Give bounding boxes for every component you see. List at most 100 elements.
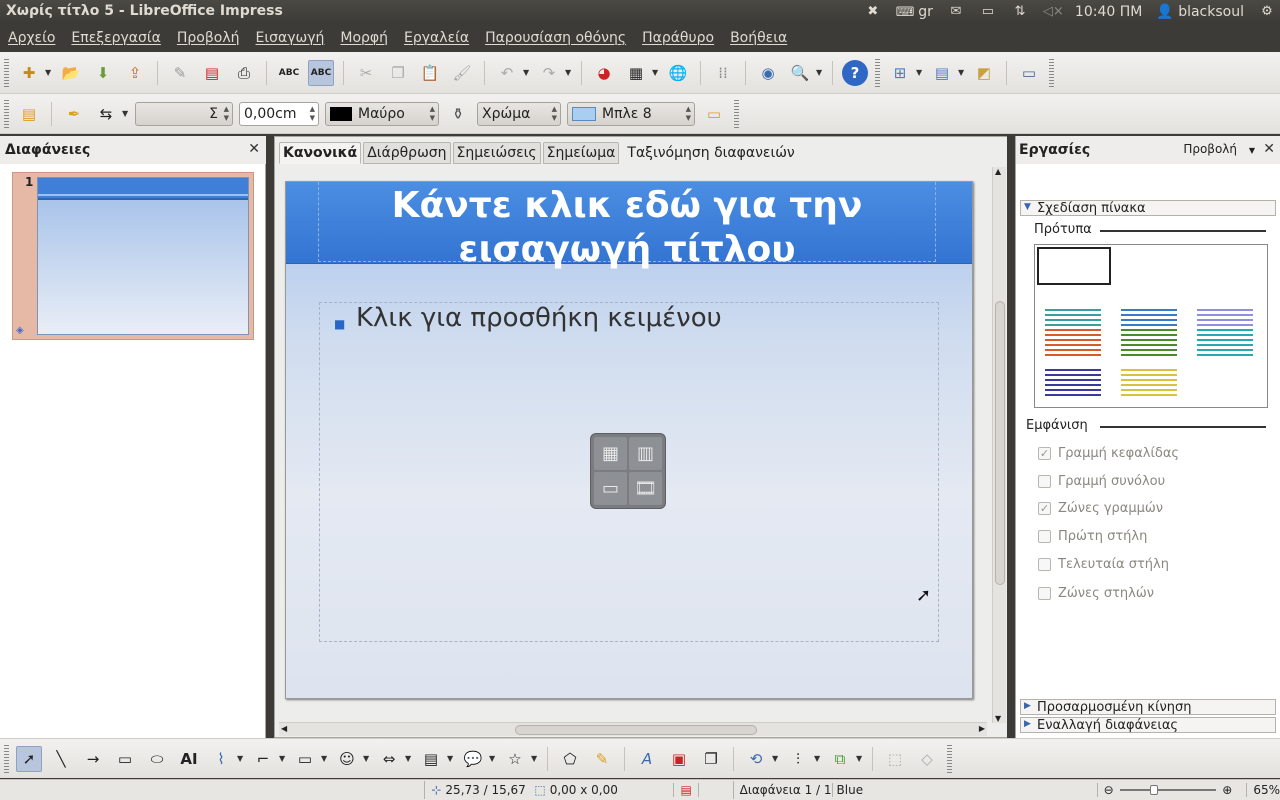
- toolbar-grip[interactable]: [4, 58, 9, 87]
- shadow-icon[interactable]: ▭: [701, 101, 727, 127]
- navigator-icon[interactable]: ◉: [755, 60, 781, 86]
- horizontal-scroll-thumb[interactable]: [515, 725, 757, 735]
- option-header-row[interactable]: ✓ Γραμμή κεφαλίδας: [1038, 446, 1179, 461]
- toggle-extrusion-icon[interactable]: ◇: [914, 746, 940, 772]
- zoom-slider[interactable]: [1119, 785, 1217, 795]
- network-icon[interactable]: ⇅: [1011, 5, 1029, 19]
- cut-icon[interactable]: ✂: [353, 60, 379, 86]
- tab-outline[interactable]: Διάρθρωση: [363, 142, 451, 164]
- close-icon[interactable]: ✕: [1263, 141, 1275, 157]
- extrusion-icon[interactable]: ⬚: [882, 746, 908, 772]
- section-table-design[interactable]: ▼ Σχεδίαση πίνακα: [1020, 200, 1276, 216]
- table-template-6[interactable]: [1197, 329, 1253, 357]
- menu-tools[interactable]: Εργαλεία: [398, 30, 475, 46]
- option-total-row[interactable]: Γραμμή συνόλου: [1038, 474, 1165, 489]
- basic-shapes-dropdown-arrow[interactable]: ▼: [321, 754, 329, 763]
- styles-formatting-icon[interactable]: ▤: [16, 101, 42, 127]
- flowchart-dropdown-arrow[interactable]: ▼: [447, 754, 455, 763]
- rotate-dropdown-arrow[interactable]: ▼: [772, 754, 780, 763]
- tab-normal[interactable]: Κανονικά: [279, 142, 362, 164]
- dropbox-icon[interactable]: ✖: [864, 5, 882, 19]
- area-color-select[interactable]: Μπλε 8 ▲ ▼: [567, 101, 695, 126]
- table-template-5[interactable]: [1121, 329, 1177, 357]
- ellipse-icon[interactable]: ⬭: [144, 746, 170, 772]
- scroll-left-icon[interactable]: ◀: [281, 724, 287, 733]
- table-dropdown-arrow[interactable]: ▼: [652, 68, 660, 77]
- stars-dropdown-arrow[interactable]: ▼: [531, 754, 539, 763]
- option-last-column[interactable]: Τελευταία στήλη: [1038, 557, 1169, 572]
- zoom-dropdown-arrow[interactable]: ▼: [816, 68, 824, 77]
- text-tool-icon[interactable]: AI: [176, 746, 202, 772]
- horizontal-scrollbar[interactable]: ◀ ▶: [279, 722, 987, 736]
- rectangle-icon[interactable]: ▭: [112, 746, 138, 772]
- curve-icon[interactable]: ⌇: [208, 746, 234, 772]
- slide-layout-icon[interactable]: ▤: [929, 60, 955, 86]
- menu-file[interactable]: Αρχείο: [2, 30, 61, 46]
- close-icon[interactable]: ✕: [248, 141, 260, 157]
- slide-design-icon[interactable]: ◩: [971, 60, 997, 86]
- rotate-icon[interactable]: ⟲: [743, 746, 769, 772]
- document-modified-icon[interactable]: ▤: [673, 783, 699, 797]
- line-style-select[interactable]: Σ ▲ ▼: [135, 101, 233, 126]
- zoom-in-icon[interactable]: ⊕: [1222, 783, 1232, 797]
- slide-thumbnail[interactable]: 1 ◈: [12, 172, 254, 340]
- option-banded-columns[interactable]: Ζώνες στηλών: [1038, 586, 1154, 601]
- insert-chart-icon[interactable]: ▥: [629, 437, 662, 470]
- align-icon[interactable]: ⫶: [785, 746, 811, 772]
- option-first-column[interactable]: Πρώτη στήλη: [1038, 529, 1147, 544]
- grid-icon[interactable]: ⁞⁞: [710, 60, 736, 86]
- zoom-level[interactable]: 65%: [1246, 783, 1280, 797]
- callouts-icon[interactable]: 💬: [460, 746, 486, 772]
- chart-icon[interactable]: ◕: [591, 60, 617, 86]
- section-slide-transition[interactable]: ▶ Εναλλαγή διαφάνειας: [1020, 717, 1276, 733]
- paste-icon[interactable]: 📋: [417, 60, 443, 86]
- export-icon[interactable]: ⇪: [122, 60, 148, 86]
- connector-icon[interactable]: ⌐: [250, 746, 276, 772]
- user-menu[interactable]: 👤 blacksoul: [1156, 4, 1244, 20]
- block-arrows-dropdown-arrow[interactable]: ▼: [405, 754, 413, 763]
- arrow-style-icon[interactable]: ⇆: [93, 101, 119, 127]
- autospellcheck-icon[interactable]: ABC: [308, 59, 334, 86]
- export-pdf-icon[interactable]: ▤: [199, 60, 225, 86]
- line-tool-icon[interactable]: ╲: [48, 746, 74, 772]
- curve-dropdown-arrow[interactable]: ▼: [237, 754, 245, 763]
- scroll-right-icon[interactable]: ▶: [979, 724, 985, 733]
- menu-window[interactable]: Παράθυρο: [636, 30, 720, 46]
- tab-slide-sorter[interactable]: Ταξινόμηση διαφανειών: [621, 143, 797, 163]
- align-dropdown-arrow[interactable]: ▼: [814, 754, 822, 763]
- tab-handout[interactable]: Σημείωμα: [542, 142, 620, 164]
- vertical-scroll-thumb[interactable]: [995, 301, 1005, 585]
- flowchart-icon[interactable]: ▤: [418, 746, 444, 772]
- table-template-4[interactable]: [1045, 329, 1101, 357]
- glue-points-icon[interactable]: ✎: [589, 746, 615, 772]
- slide-canvas[interactable]: Κάντε κλικ εδώ για την εισαγωγή τίτλου ■…: [285, 181, 973, 699]
- arrow-style-dropdown-arrow[interactable]: ▼: [122, 109, 130, 118]
- print-icon[interactable]: ⎙: [231, 60, 257, 86]
- undo-dropdown-arrow[interactable]: ▼: [523, 68, 531, 77]
- option-banded-rows[interactable]: ✓ Ζώνες γραμμών: [1038, 501, 1163, 516]
- insert-video-icon[interactable]: 🎞: [629, 472, 662, 505]
- new-slide-dropdown-arrow[interactable]: ▼: [916, 68, 924, 77]
- zoom-icon[interactable]: 🔍: [787, 60, 813, 86]
- session-gear-icon[interactable]: ⚙: [1258, 5, 1276, 19]
- table-icon[interactable]: ▦: [623, 60, 649, 86]
- tasks-view-dropdown[interactable]: Προβολή ▼: [1183, 142, 1255, 156]
- line-width-field[interactable]: 0,00cm ▲ ▼: [239, 101, 319, 126]
- left-splitter[interactable]: [266, 136, 274, 738]
- clock[interactable]: 10:40 ΠΜ: [1075, 4, 1142, 20]
- scroll-down-icon[interactable]: ▼: [995, 714, 1001, 723]
- arrow-line-icon[interactable]: →: [80, 746, 106, 772]
- zoom-slider-knob[interactable]: [1149, 785, 1158, 795]
- points-icon[interactable]: ⬠: [557, 746, 583, 772]
- select-pointer-icon[interactable]: ➚: [16, 745, 42, 772]
- save-icon[interactable]: ⬇: [90, 60, 116, 86]
- area-fill-icon[interactable]: ⚱: [445, 101, 471, 127]
- insert-image-from-file-icon[interactable]: ▣: [666, 746, 692, 772]
- table-template-7[interactable]: [1045, 369, 1101, 397]
- gallery-icon[interactable]: ❐: [698, 746, 724, 772]
- slide-layout-dropdown-arrow[interactable]: ▼: [958, 68, 966, 77]
- spellcheck-icon[interactable]: ABC: [276, 60, 302, 86]
- copy-icon[interactable]: ❐: [385, 60, 411, 86]
- block-arrows-icon[interactable]: ⇔: [376, 746, 402, 772]
- battery-icon[interactable]: ▭: [979, 5, 997, 19]
